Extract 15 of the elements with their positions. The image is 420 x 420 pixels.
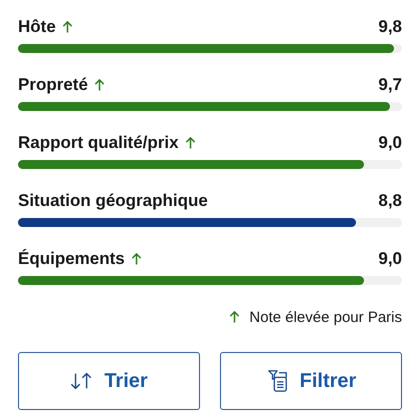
rating-label: Rapport qualité/prix bbox=[18, 133, 179, 153]
rating-label: Propreté bbox=[18, 75, 88, 95]
rating-score: 9,8 bbox=[378, 17, 402, 37]
rating-score: 9,0 bbox=[378, 133, 402, 153]
rating-label: Hôte bbox=[18, 17, 56, 37]
legend-text: Note élevée pour Paris bbox=[249, 308, 402, 326]
arrow-up-icon bbox=[229, 310, 240, 324]
rating-score: 8,8 bbox=[378, 191, 402, 211]
rating-label: Situation géographique bbox=[18, 191, 208, 211]
filter-icon bbox=[266, 370, 290, 392]
sort-button[interactable]: Trier bbox=[18, 352, 200, 410]
rating-score: 9,0 bbox=[378, 249, 402, 269]
rating-label: Équipements bbox=[18, 249, 125, 269]
filter-button[interactable]: Filtrer bbox=[220, 352, 402, 410]
rating-score: 9,7 bbox=[378, 75, 402, 95]
